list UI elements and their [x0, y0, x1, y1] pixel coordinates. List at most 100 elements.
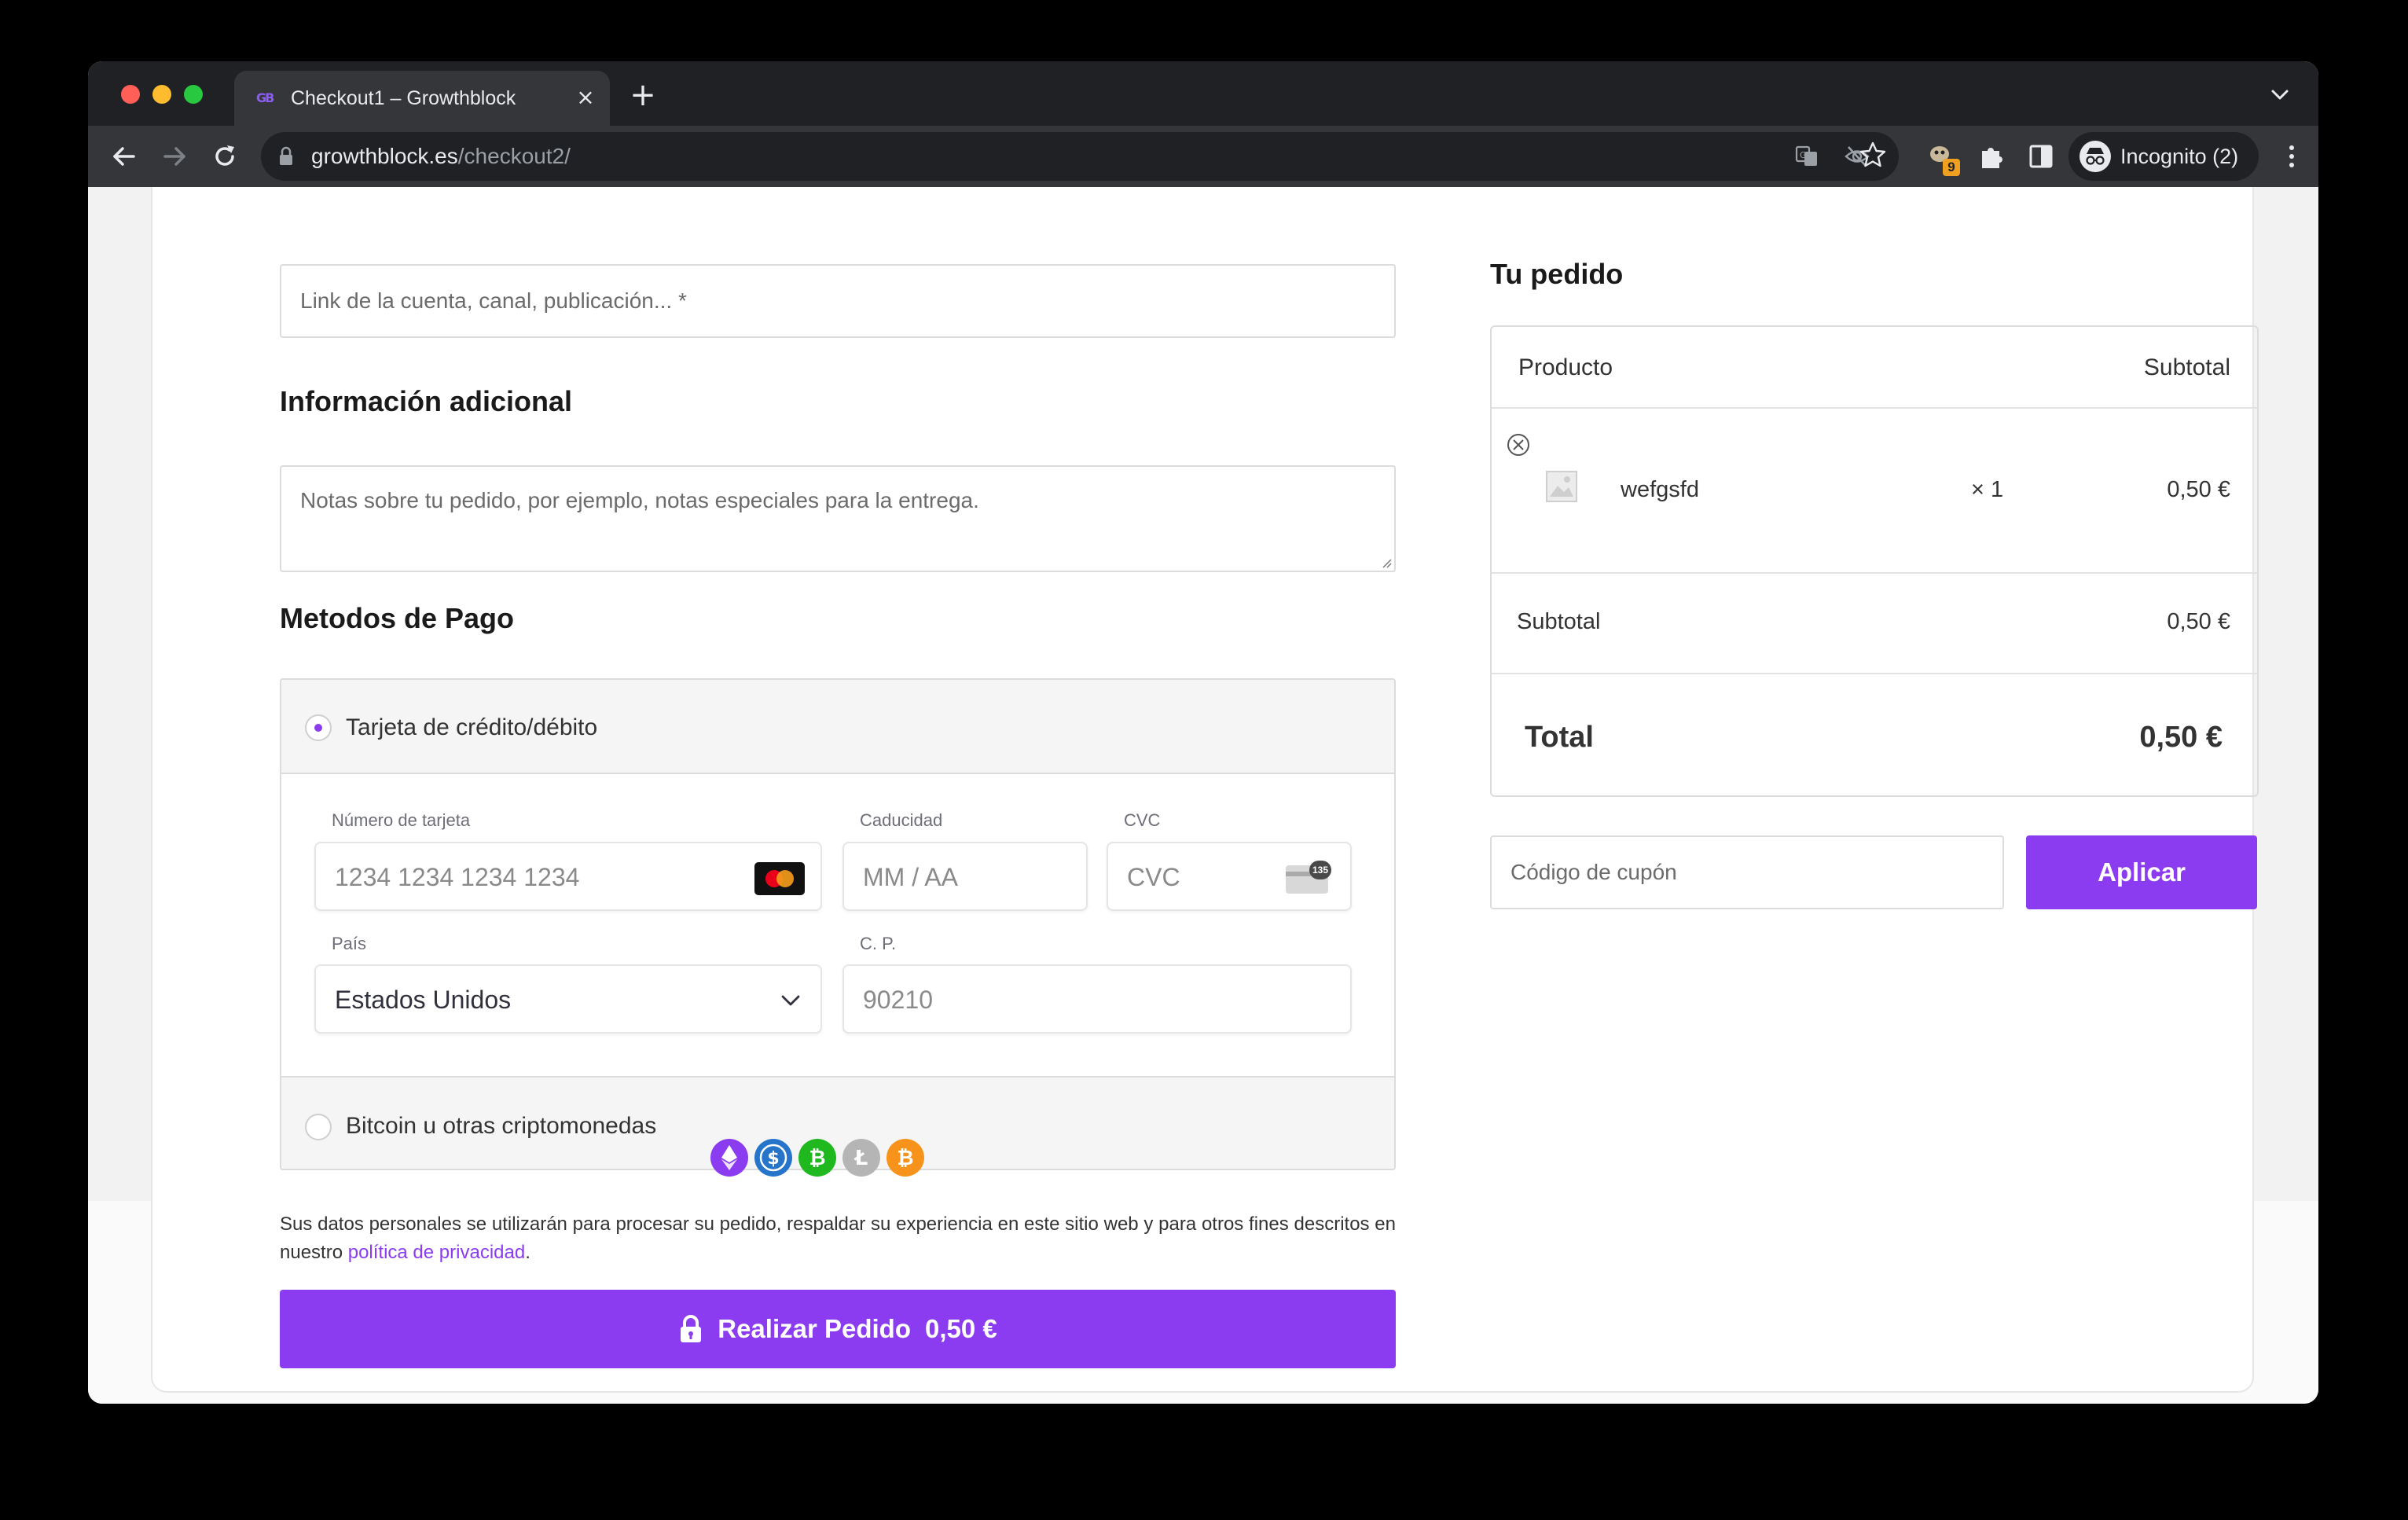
total-label: Total — [1525, 721, 1594, 754]
litecoin-icon: Ł — [842, 1139, 880, 1177]
postal-code-input[interactable]: 90210 — [842, 964, 1352, 1034]
back-arrow-icon[interactable] — [107, 139, 141, 174]
url-path: /checkout2/ — [457, 144, 571, 168]
crypto-option-label: Bitcoin u otras criptomonedas — [346, 1113, 657, 1139]
cvc-input[interactable]: CVC 135 — [1107, 842, 1352, 911]
resize-handle-icon[interactable] — [1380, 556, 1393, 569]
additional-info-heading: Información adicional — [280, 385, 573, 417]
order-summary-table: Producto Subtotal wefgsfd × 1 0,50 € Sub… — [1490, 325, 2259, 797]
incognito-profile-button[interactable]: Incognito (2) — [2068, 132, 2259, 181]
svg-text:G: G — [1800, 150, 1807, 160]
card-number-input[interactable]: 1234 1234 1234 1234 — [314, 842, 822, 911]
expiry-input[interactable]: MM / AA — [842, 842, 1088, 911]
bitcoin-icon: ₿ — [886, 1139, 924, 1177]
growthblock-favicon-icon: GB — [256, 90, 274, 105]
place-order-content: Realizar Pedido 0,50 € — [280, 1290, 1396, 1368]
usd-coin-icon: $ — [754, 1139, 792, 1177]
product-image-placeholder-icon — [1546, 471, 1577, 502]
coupon-placeholder: Código de cupón — [1511, 860, 1677, 884]
minimize-window-button[interactable] — [152, 85, 171, 104]
new-tab-button[interactable]: + — [627, 79, 659, 112]
padlock-icon — [681, 1315, 702, 1342]
country-label: País — [332, 934, 367, 953]
subtotal-value: 0,50 € — [2167, 609, 2230, 634]
remove-item-icon[interactable] — [1506, 432, 1531, 457]
payment-methods-box: Tarjeta de crédito/débito Número de tarj… — [280, 678, 1396, 1170]
col-subtotal-header: Subtotal — [2143, 354, 2230, 380]
card-option-radio[interactable] — [305, 714, 332, 741]
svg-text:₿: ₿ — [809, 1147, 825, 1170]
privacy-policy-link[interactable]: política de privacidad — [348, 1242, 525, 1263]
bookmark-star-icon[interactable] — [1858, 140, 1888, 170]
privacy-notice: Sus datos personales se utilizarán para … — [280, 1210, 1396, 1267]
order-notes-placeholder: Notas sobre tu pedido, por ejemplo, nota… — [300, 488, 979, 512]
place-order-button[interactable]: Realizar Pedido 0,50 € — [280, 1290, 1396, 1368]
maximize-window-button[interactable] — [184, 85, 203, 104]
card-option-row[interactable]: Tarjeta de crédito/débito — [281, 680, 1394, 774]
postal-code-placeholder: 90210 — [863, 986, 933, 1014]
address-bar[interactable]: growthblock.es/checkout2/ G — [261, 132, 1899, 181]
cvc-placeholder: CVC — [1127, 863, 1180, 891]
coupon-code-input[interactable]: Código de cupón — [1490, 835, 2004, 909]
tab-search-chevron-icon[interactable] — [2267, 82, 2293, 108]
account-link-placeholder: Link de la cuenta, canal, publicación...… — [300, 288, 687, 313]
card-number-placeholder: 1234 1234 1234 1234 — [335, 863, 580, 891]
radio-selected-dot — [314, 724, 322, 732]
ethereum-icon — [710, 1139, 748, 1177]
page-viewport: Link de la cuenta, canal, publicación...… — [88, 187, 2318, 1404]
order-heading: Tu pedido — [1490, 258, 1624, 290]
card-number-label: Número de tarjeta — [332, 810, 471, 830]
expiry-placeholder: MM / AA — [863, 863, 958, 891]
svg-text:$: $ — [767, 1149, 779, 1169]
browser-window: GB Checkout1 – Growthblock × + growthblo… — [88, 61, 2318, 1404]
country-value: Estados Unidos — [335, 986, 512, 1014]
incognito-label: Incognito (2) — [2120, 145, 2239, 168]
apply-coupon-button[interactable]: Aplicar — [2026, 835, 2257, 909]
puzzle-extensions-icon[interactable] — [1976, 141, 2006, 171]
url-text[interactable]: growthblock.es/checkout2/ — [311, 144, 571, 169]
col-product-header: Producto — [1518, 354, 1613, 380]
item-price: 0,50 € — [2167, 477, 2230, 502]
cvc-card-icon: 135 — [1286, 861, 1331, 894]
close-window-button[interactable] — [121, 85, 140, 104]
country-select[interactable]: Estados Unidos — [314, 964, 822, 1034]
checkout-card: Link de la cuenta, canal, publicación...… — [151, 187, 2259, 1393]
tab-close-icon[interactable]: × — [574, 83, 597, 112]
tab-checkout[interactable]: GB Checkout1 – Growthblock × — [234, 71, 610, 126]
cvc-badge: 135 — [1309, 861, 1331, 879]
cvc-label: CVC — [1124, 810, 1161, 830]
bitcoin-cash-icon: ₿ — [798, 1139, 836, 1177]
account-link-input[interactable]: Link de la cuenta, canal, publicación...… — [280, 264, 1396, 338]
postal-code-label: C. P. — [860, 934, 897, 953]
divider — [1492, 572, 2257, 574]
more-menu-icon[interactable] — [2284, 141, 2300, 171]
extension-badge: 9 — [1943, 159, 1960, 176]
item-quantity: × 1 — [1971, 477, 2004, 502]
total-value: 0,50 € — [2139, 721, 2223, 754]
url-domain: growthblock.es — [311, 144, 458, 168]
divider — [1492, 407, 2257, 409]
divider — [1492, 673, 2257, 674]
mastercard-icon — [754, 862, 805, 895]
svg-text:₿: ₿ — [897, 1147, 913, 1170]
crypto-option-row[interactable]: Bitcoin u otras criptomonedas — [281, 1076, 1394, 1169]
crypto-option-radio[interactable] — [305, 1114, 332, 1140]
privacy-suffix: . — [525, 1242, 530, 1263]
chevron-down-icon — [781, 995, 800, 1006]
reload-icon[interactable] — [207, 139, 242, 174]
browser-toolbar: growthblock.es/checkout2/ G 9 Incognito … — [88, 126, 2318, 187]
payment-methods-heading: Metodos de Pago — [280, 602, 515, 634]
tab-title: Checkout1 – Growthblock — [291, 87, 516, 109]
place-order-label: Realizar Pedido — [718, 1314, 911, 1343]
translate-icon[interactable]: G — [1793, 143, 1820, 170]
incognito-icon — [2079, 141, 2111, 172]
forward-arrow-icon[interactable] — [157, 139, 192, 174]
order-notes-textarea[interactable]: Notas sobre tu pedido, por ejemplo, nota… — [280, 465, 1396, 572]
place-order-amount: 0,50 € — [925, 1314, 997, 1343]
subtotal-label: Subtotal — [1517, 609, 1601, 634]
side-panel-icon[interactable] — [2026, 141, 2056, 171]
card-option-label: Tarjeta de crédito/débito — [346, 714, 598, 740]
tab-bar: GB Checkout1 – Growthblock × + — [88, 61, 2318, 126]
lock-icon[interactable] — [278, 146, 294, 167]
extension-icon-with-badge[interactable]: 9 — [1925, 140, 1960, 176]
